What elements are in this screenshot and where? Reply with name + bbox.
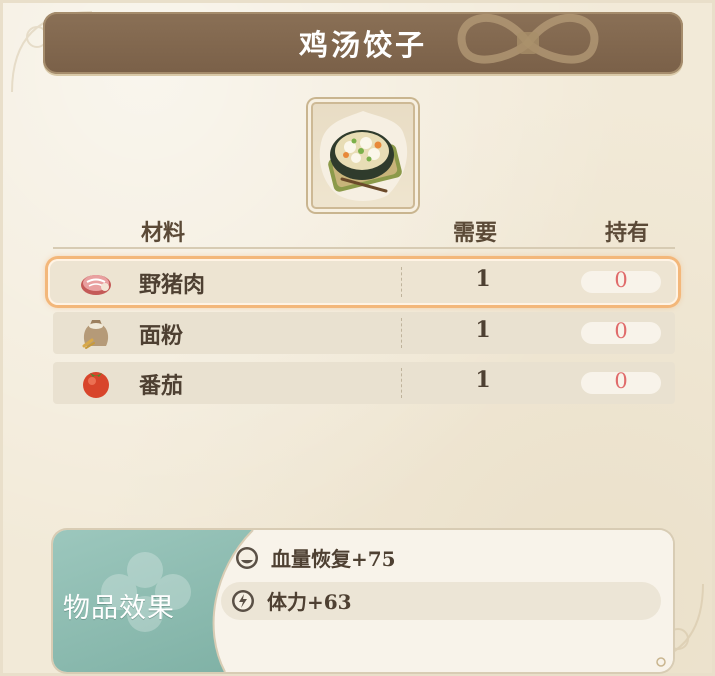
- tomato-icon: [83, 372, 109, 398]
- effect-text: 体力+63: [267, 590, 352, 614]
- boar-meat-icon: [81, 275, 111, 295]
- need-column-header: 需要: [453, 220, 498, 246]
- dumpling-soup-icon: [319, 111, 408, 201]
- ingredient-row-flour[interactable]: 面粉 1 0: [53, 312, 675, 354]
- have-count-pill: 0: [581, 268, 661, 293]
- have-count-pill: 0: [581, 369, 661, 394]
- column-divider: [401, 368, 403, 398]
- ingredient-name: 野猪肉: [139, 272, 206, 298]
- ingredient-row-tomato[interactable]: 番茄 1 0: [53, 362, 675, 404]
- have-column-header: 持有: [605, 220, 650, 246]
- effect-title: 物品效果: [63, 593, 175, 624]
- recipe-title: 鸡汤饺子: [298, 28, 427, 62]
- recipe-panel: 鸡汤饺子 材料 需要 持有 野猪肉 1 0 面粉 1 0 番茄 1 0 物品效果…: [0, 0, 715, 676]
- effect-line-hp: 血量恢复+75: [225, 539, 655, 577]
- stamina-bolt-icon: [232, 590, 254, 612]
- material-column-header: 材料: [141, 220, 186, 246]
- title-banner: 鸡汤饺子: [43, 12, 683, 74]
- header-divider: [53, 247, 675, 249]
- need-count: 1: [475, 266, 491, 292]
- have-count: 0: [614, 319, 628, 343]
- flour-sack-icon: [82, 320, 109, 349]
- need-count: 1: [475, 367, 491, 393]
- have-count: 0: [614, 268, 628, 292]
- have-count-pill: 0: [581, 319, 661, 344]
- column-divider: [401, 267, 403, 297]
- ingredient-name: 面粉: [139, 323, 184, 349]
- dish-image-frame: [308, 99, 418, 212]
- effect-line-stamina: 体力+63: [221, 582, 661, 620]
- need-count: 1: [475, 317, 491, 343]
- have-count: 0: [614, 369, 628, 393]
- ingredient-row-boar-meat[interactable]: 野猪肉 1 0: [48, 259, 678, 305]
- column-divider: [401, 318, 403, 348]
- corner-flourish-icon: [656, 657, 666, 667]
- ingredient-name: 番茄: [139, 373, 184, 399]
- effect-text: 血量恢复+75: [271, 547, 396, 571]
- item-effect-panel: 物品效果 血量恢复+75 体力+63: [53, 530, 673, 672]
- hp-restore-icon: [236, 547, 258, 569]
